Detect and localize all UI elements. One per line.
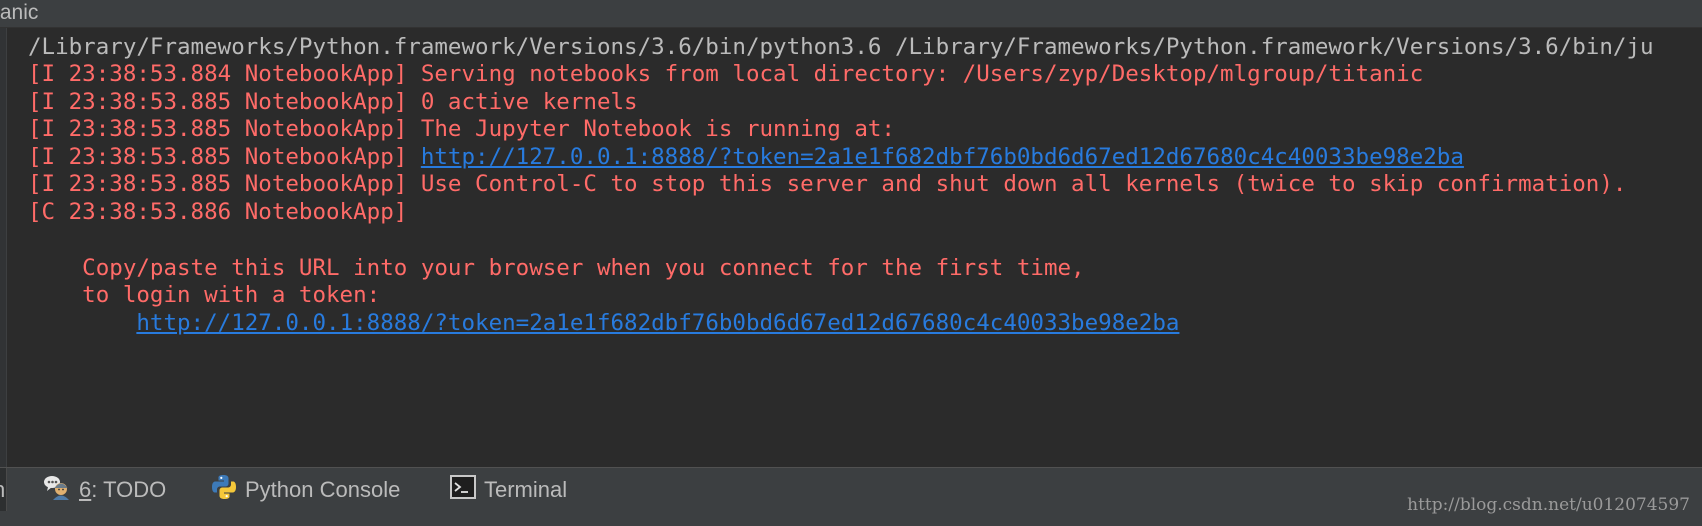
console-gutter [0, 28, 7, 467]
tab-run[interactable]: n [0, 468, 7, 511]
console-command-line: /Library/Frameworks/Python.framework/Ver… [28, 34, 1654, 60]
bottom-tool-bar: n 6: TODO [0, 467, 1702, 526]
copy-paste-instruction: Copy/paste this URL into your browser wh… [28, 255, 1085, 281]
todo-mnemonic: 6 [79, 476, 92, 502]
todo-label: : TODO [91, 476, 167, 502]
todo-icon [43, 474, 71, 506]
console-log-line: [C 23:38:53.886 NotebookApp] [28, 199, 421, 225]
console-log-line: [I 23:38:53.884 NotebookApp] Serving not… [28, 61, 1424, 87]
console-log-line: [I 23:38:53.885 NotebookApp] 0 active ke… [28, 89, 638, 115]
run-tab-title[interactable]: tanic [0, 0, 38, 28]
token-url-link[interactable]: http://127.0.0.1:8888/?token=2a1e1f682db… [136, 310, 1179, 336]
terminal-label: Terminal [484, 476, 568, 502]
console-log-line: [I 23:38:53.885 NotebookApp] Use Control… [28, 171, 1627, 197]
run-console-output[interactable]: /Library/Frameworks/Python.framework/Ver… [7, 28, 1702, 467]
token-url-line: http://127.0.0.1:8888/?token=2a1e1f682db… [28, 308, 1179, 338]
login-instruction: to login with a token: [28, 282, 381, 308]
watermark-text: http://blog.csdn.net/u012074597 [1407, 495, 1690, 515]
tab-run-label: n [0, 477, 5, 503]
tab-python-console[interactable]: Python Console [211, 468, 400, 511]
python-console-label: Python Console [245, 476, 401, 502]
python-icon [211, 474, 237, 506]
tab-todo[interactable]: 6: TODO [43, 468, 166, 511]
ide-window: tanic /Library/Frameworks/Python.framewo… [0, 0, 1702, 526]
console-log-prefix: [I 23:38:53.885 NotebookApp] [28, 144, 421, 170]
terminal-icon [450, 474, 476, 505]
tab-terminal[interactable]: Terminal [450, 468, 567, 511]
console-log-line: [I 23:38:53.885 NotebookApp] The Jupyter… [28, 116, 895, 142]
notebook-url-link[interactable]: http://127.0.0.1:8888/?token=2a1e1f682db… [421, 144, 1464, 170]
tool-window-header: tanic [0, 0, 1702, 28]
token-url-indent [28, 310, 136, 336]
console-log-line: [I 23:38:53.885 NotebookApp] http://127.… [28, 142, 1464, 172]
